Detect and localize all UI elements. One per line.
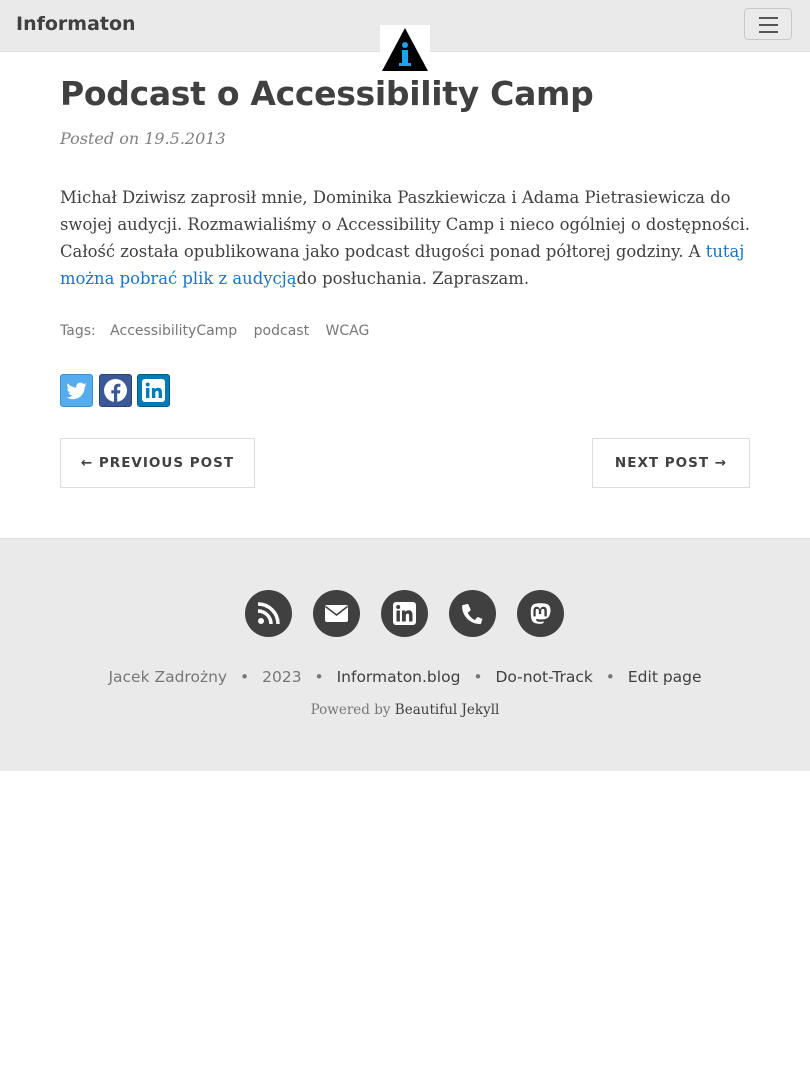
phone-link[interactable]: [449, 590, 496, 637]
beautiful-jekyll-link[interactable]: Beautiful Jekyll: [395, 702, 500, 718]
rss-icon: [257, 602, 280, 625]
site-logo[interactable]: [380, 25, 430, 73]
hamburger-line: [759, 17, 778, 19]
separator: •: [314, 668, 324, 686]
previous-post-button[interactable]: ← PREVIOUS POST: [60, 438, 255, 488]
footer-credits: Jacek Zadrożny • 2023 • Informaton.blog …: [0, 668, 810, 686]
mastodon-link[interactable]: [517, 590, 564, 637]
menu-toggle-button[interactable]: [744, 8, 792, 40]
share-twitter-button[interactable]: [60, 374, 93, 407]
footer: Jacek Zadrożny • 2023 • Informaton.blog …: [0, 538, 810, 771]
powered-by-prefix: Powered by: [310, 702, 395, 718]
linkedin-icon: [142, 379, 165, 402]
tags-row: Tags: AccessibilityCamp podcast WCAG: [60, 323, 381, 339]
do-not-track-link[interactable]: Do-not-Track: [495, 668, 592, 686]
facebook-icon: [104, 379, 127, 402]
hamburger-line: [759, 31, 778, 33]
rss-link[interactable]: [245, 590, 292, 637]
share-linkedin-button[interactable]: [137, 374, 170, 407]
share-facebook-button[interactable]: [99, 374, 132, 407]
linkedin-icon: [393, 602, 416, 625]
email-link[interactable]: [313, 590, 360, 637]
separator: •: [240, 668, 250, 686]
separator: •: [473, 668, 483, 686]
info-logo-icon: [382, 28, 428, 71]
mastodon-icon: [530, 603, 551, 624]
tag-podcast[interactable]: podcast: [254, 323, 309, 339]
post-body-text: Michał Dziwisz zaprosił mnie, Dominika P…: [60, 188, 750, 261]
phone-icon: [462, 603, 484, 624]
powered-by: Powered by Beautiful Jekyll: [0, 702, 810, 718]
author-name: Jacek Zadrożny: [108, 668, 228, 686]
post-body-text-end: do posłuchania. Zapraszam.: [296, 269, 530, 288]
post-meta: Posted on 19.5.2013: [60, 129, 226, 148]
separator: •: [605, 668, 615, 686]
tag-wcag[interactable]: WCAG: [326, 323, 370, 339]
copyright-year: 2023: [262, 668, 302, 686]
tag-accessibilitycamp[interactable]: AccessibilityCamp: [110, 323, 237, 339]
next-post-button[interactable]: NEXT POST →: [592, 438, 750, 488]
linkedin-link[interactable]: [381, 590, 428, 637]
envelope-icon: [325, 605, 348, 622]
post-body: Michał Dziwisz zaprosił mnie, Dominika P…: [60, 184, 752, 292]
edit-page-link[interactable]: Edit page: [628, 668, 702, 686]
tags-label: Tags:: [60, 323, 96, 339]
site-brand-link[interactable]: Informaton: [16, 13, 136, 35]
hamburger-line: [759, 24, 778, 26]
twitter-icon: [66, 382, 87, 400]
site-link[interactable]: Informaton.blog: [337, 668, 461, 686]
post-title: Podcast o Accessibility Camp: [60, 74, 594, 113]
